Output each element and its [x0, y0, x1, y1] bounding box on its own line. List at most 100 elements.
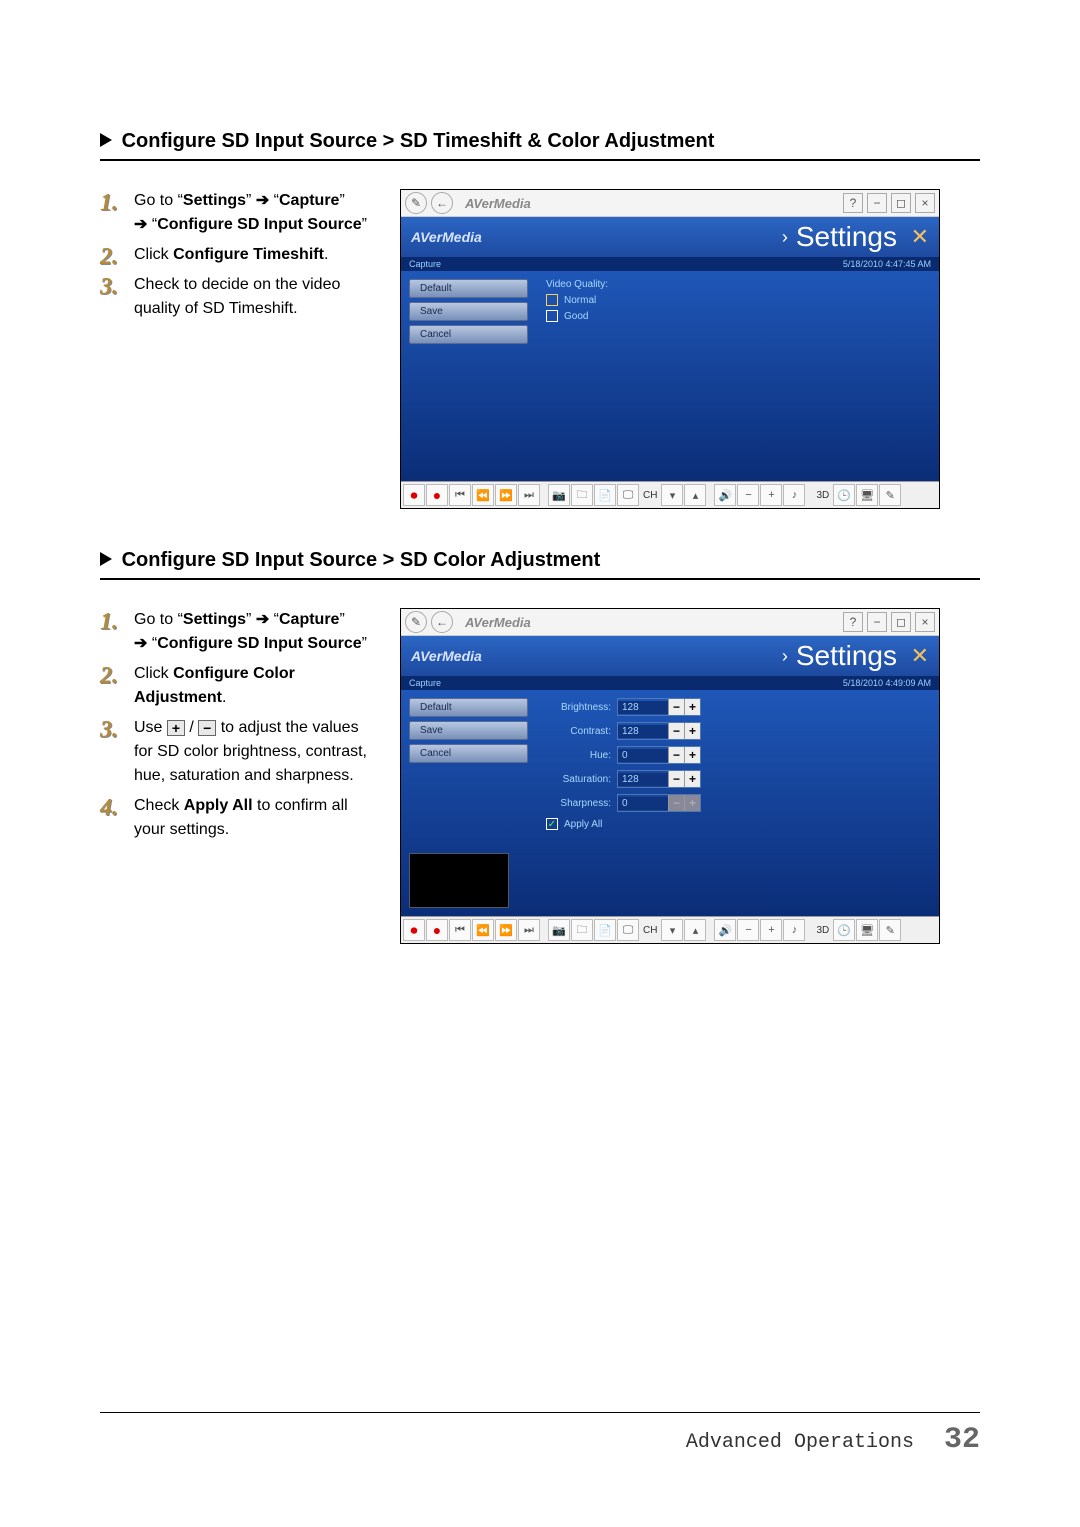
- settings-header: AVerMedia › Settings ✕: [401, 636, 939, 676]
- restore-icon[interactable]: ◻: [891, 612, 911, 632]
- vol-minus-icon[interactable]: −: [737, 919, 759, 941]
- record-icon[interactable]: ⏺: [403, 484, 425, 506]
- back-icon[interactable]: ←: [431, 192, 453, 214]
- skip-back-icon[interactable]: ⏮: [449, 484, 471, 506]
- pen-icon[interactable]: ✎: [405, 611, 427, 633]
- header-brand: AVerMedia: [411, 648, 482, 664]
- minimize-icon[interactable]: −: [867, 612, 887, 632]
- breadcrumb[interactable]: Capture: [409, 678, 441, 688]
- 3d-label: 3D: [813, 925, 832, 936]
- close-icon[interactable]: ×: [915, 193, 935, 213]
- spin-value[interactable]: 128: [618, 725, 668, 738]
- ch-down-icon[interactable]: ▾: [661, 919, 683, 941]
- sidebar-cancel[interactable]: Cancel: [409, 744, 528, 763]
- doc-icon[interactable]: 📄: [594, 919, 616, 941]
- plus-button-icon: +: [167, 720, 185, 736]
- tool-icon[interactable]: ✎: [879, 919, 901, 941]
- screen-icon[interactable]: 🖵: [617, 919, 639, 941]
- normal-label: Normal: [564, 295, 596, 306]
- screen-icon[interactable]: 🖵: [617, 484, 639, 506]
- sidebar-default[interactable]: Default: [409, 698, 528, 717]
- normal-checkbox[interactable]: [546, 294, 558, 306]
- sidebar-default[interactable]: Default: [409, 279, 528, 298]
- tool-icon[interactable]: ✎: [879, 484, 901, 506]
- skip-back-icon[interactable]: ⏮: [449, 919, 471, 941]
- breadcrumb[interactable]: Capture: [409, 259, 441, 269]
- vol-plus-icon[interactable]: +: [760, 919, 782, 941]
- minus-button[interactable]: −: [668, 747, 684, 763]
- vol-minus-icon[interactable]: −: [737, 484, 759, 506]
- folder-icon[interactable]: 🗀: [571, 484, 593, 506]
- triangle-bullet-icon: [100, 552, 112, 566]
- good-checkbox[interactable]: [546, 310, 558, 322]
- camera-icon[interactable]: 📷: [548, 919, 570, 941]
- adjust-label: Hue:: [546, 750, 611, 761]
- skip-fwd-icon[interactable]: ⏭: [518, 919, 540, 941]
- player-toolbar: ⏺ ● ⏮ ⏪ ⏩ ⏭ 📷 🗀 📄 🖵 CH ▾ ▴ 🔊 − + ♪ 3D 🕒 …: [401, 916, 939, 943]
- 3d-label: 3D: [813, 490, 832, 501]
- minus-button[interactable]: −: [668, 771, 684, 787]
- restore-icon[interactable]: ◻: [891, 193, 911, 213]
- rewind-icon[interactable]: ⏪: [472, 919, 494, 941]
- titlebar: ✎ ← AVerMedia ? − ◻ ×: [401, 190, 939, 217]
- note-icon[interactable]: ♪: [783, 484, 805, 506]
- timestamp: 5/18/2010 4:49:09 AM: [843, 678, 931, 688]
- plus-button[interactable]: +: [684, 699, 700, 715]
- spin-box: 0−+: [617, 794, 701, 812]
- plus-button[interactable]: +: [684, 747, 700, 763]
- pen-icon[interactable]: ✎: [405, 192, 427, 214]
- sidebar-save[interactable]: Save: [409, 721, 528, 740]
- sidebar-save[interactable]: Save: [409, 302, 528, 321]
- chevron-right-icon: ›: [782, 227, 788, 248]
- sidebar-cancel[interactable]: Cancel: [409, 325, 528, 344]
- skip-fwd-icon[interactable]: ⏭: [518, 484, 540, 506]
- help-icon[interactable]: ?: [843, 612, 863, 632]
- ch-label: CH: [640, 925, 660, 936]
- page-footer: Advanced Operations 32: [100, 1412, 980, 1457]
- ch-up-icon[interactable]: ▴: [684, 484, 706, 506]
- note-icon[interactable]: ♪: [783, 919, 805, 941]
- spin-value[interactable]: 128: [618, 773, 668, 786]
- ch-down-icon[interactable]: ▾: [661, 484, 683, 506]
- monitor-icon[interactable]: 🖥: [856, 919, 878, 941]
- step-3: Check to decide on the video quality of …: [100, 273, 380, 321]
- settings-header: AVerMedia › Settings ✕: [401, 217, 939, 257]
- monitor-icon[interactable]: 🖥: [856, 484, 878, 506]
- chevron-right-icon: ›: [782, 646, 788, 667]
- speaker-icon[interactable]: 🔊: [714, 919, 736, 941]
- spin-value[interactable]: 0: [618, 797, 668, 810]
- back-icon[interactable]: ←: [431, 611, 453, 633]
- speaker-icon[interactable]: 🔊: [714, 484, 736, 506]
- close-icon[interactable]: ×: [915, 612, 935, 632]
- ch-up-icon[interactable]: ▴: [684, 919, 706, 941]
- folder-icon[interactable]: 🗀: [571, 919, 593, 941]
- minimize-icon[interactable]: −: [867, 193, 887, 213]
- record2-icon[interactable]: ●: [426, 919, 448, 941]
- ffwd-icon[interactable]: ⏩: [495, 919, 517, 941]
- plus-button[interactable]: +: [684, 723, 700, 739]
- help-icon[interactable]: ?: [843, 193, 863, 213]
- apply-all-checkbox[interactable]: [546, 818, 558, 830]
- doc-icon[interactable]: 📄: [594, 484, 616, 506]
- wrench-icon: ✕: [903, 224, 929, 250]
- spin-value[interactable]: 0: [618, 749, 668, 762]
- plus-button[interactable]: +: [684, 771, 700, 787]
- minus-button[interactable]: −: [668, 723, 684, 739]
- adjust-row: Sharpness: 0−+: [546, 794, 929, 812]
- step-3: Use + / − to adjust the values for SD co…: [100, 716, 380, 788]
- section2-instructions: Go to “Settings” ➔ “Capture” ➔ “Configur…: [100, 608, 380, 848]
- record2-icon[interactable]: ●: [426, 484, 448, 506]
- clock-icon[interactable]: 🕒: [833, 484, 855, 506]
- adjust-label: Sharpness:: [546, 798, 611, 809]
- minus-button[interactable]: −: [668, 699, 684, 715]
- record-icon[interactable]: ⏺: [403, 919, 425, 941]
- video-quality-label: Video Quality:: [546, 279, 929, 290]
- camera-icon[interactable]: 📷: [548, 484, 570, 506]
- clock-icon[interactable]: 🕒: [833, 919, 855, 941]
- ffwd-icon[interactable]: ⏩: [495, 484, 517, 506]
- header-title: Settings: [796, 221, 897, 253]
- vol-plus-icon[interactable]: +: [760, 484, 782, 506]
- spin-value[interactable]: 128: [618, 701, 668, 714]
- wrench-icon: ✕: [903, 643, 929, 669]
- rewind-icon[interactable]: ⏪: [472, 484, 494, 506]
